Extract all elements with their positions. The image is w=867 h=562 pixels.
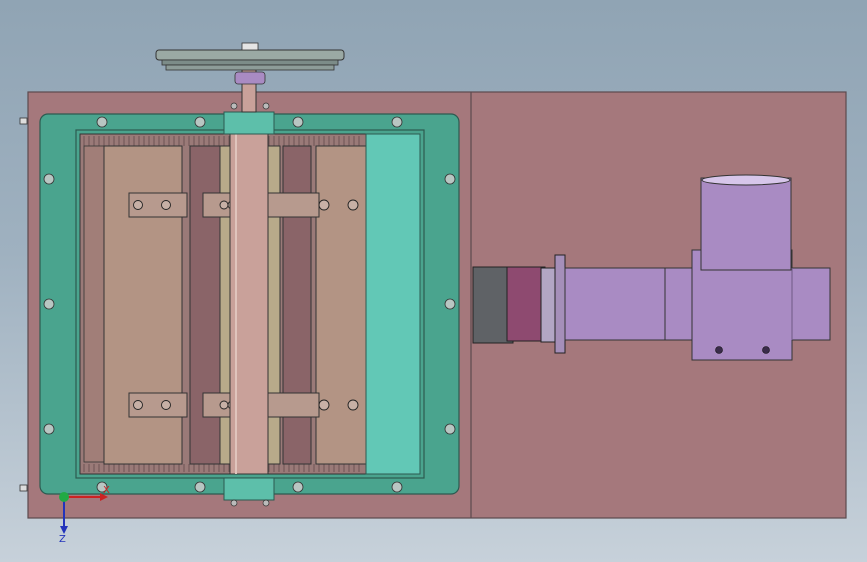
z-axis-label: Z: [59, 534, 66, 545]
cad-viewport[interactable]: X Z: [0, 0, 867, 562]
assembly-drawing: X Z: [19, 42, 847, 545]
x-axis-label: X: [103, 485, 110, 496]
rotor-shaft: [223, 69, 275, 507]
drive-pulley: [155, 42, 345, 85]
outlet-pipe: [472, 254, 666, 354]
